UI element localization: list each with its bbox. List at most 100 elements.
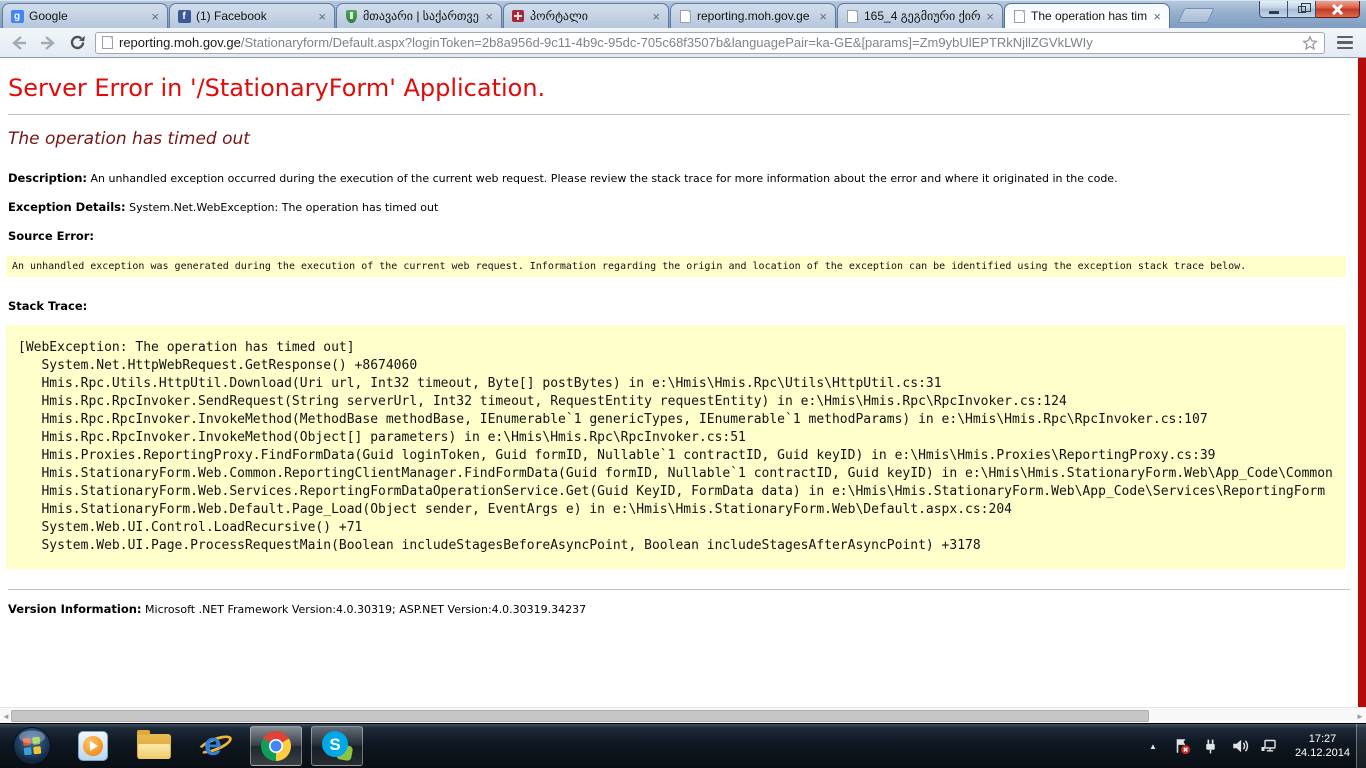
minimize-button[interactable] xyxy=(1259,1,1288,18)
url-host: reporting.moh.gov.ge xyxy=(119,35,241,50)
horizontal-scrollbar[interactable]: ◄ ► xyxy=(0,707,1366,723)
tab-title: The operation has tim xyxy=(1031,9,1147,23)
back-button[interactable] xyxy=(8,32,30,54)
exception-details-text: System.Net.WebException: The operation h… xyxy=(126,201,439,214)
tab-title: პორტალი xyxy=(530,9,646,23)
bookmark-star-icon[interactable] xyxy=(1302,35,1318,51)
restore-button[interactable] xyxy=(1288,1,1316,18)
source-error-label: Source Error: xyxy=(8,229,94,243)
media-player-icon xyxy=(78,731,108,761)
page-icon xyxy=(102,36,113,49)
taskbar-explorer[interactable] xyxy=(128,726,180,766)
error-page: Server Error in '/StationaryForm' Applic… xyxy=(0,58,1366,707)
taskbar-media-player[interactable] xyxy=(67,726,119,766)
description-text: An unhandled exception occurred during t… xyxy=(87,172,1118,185)
taskbar: e S ▲ xyxy=(0,723,1366,768)
window-controls xyxy=(1259,1,1360,18)
reload-icon xyxy=(69,34,86,51)
description-label: Description: xyxy=(8,171,87,185)
tab-mtavari[interactable]: მთავარი | საქართვე × xyxy=(336,3,502,28)
tab-title: მთავარი | საქართვე xyxy=(363,9,479,23)
folder-icon xyxy=(137,734,171,759)
tab-google[interactable]: g Google × xyxy=(2,3,168,28)
power-plug-icon[interactable] xyxy=(1202,737,1220,755)
close-button[interactable] xyxy=(1316,1,1360,18)
stack-line: Hmis.Rpc.RpcInvoker.SendRequest(String s… xyxy=(18,393,1338,411)
tab-165-4[interactable]: 165_4 გეგმიური ქირუ × xyxy=(837,3,1003,28)
forward-icon xyxy=(39,35,57,51)
action-center-flag-icon[interactable] xyxy=(1173,737,1191,755)
shield-favicon xyxy=(344,9,358,23)
tab-close-icon[interactable]: × xyxy=(317,10,327,23)
volume-icon[interactable] xyxy=(1231,737,1249,755)
divider xyxy=(8,114,1350,115)
tab-portali[interactable]: პორტალი × xyxy=(503,3,669,28)
stack-trace-label: Stack Trace: xyxy=(8,299,87,313)
clock-date: 24.12.2014 xyxy=(1295,746,1350,760)
tab-operation-timed-out-active[interactable]: The operation has tim × xyxy=(1004,3,1170,28)
scroll-right-arrow[interactable]: ► xyxy=(1354,708,1366,724)
source-error-box: An unhandled exception was generated dur… xyxy=(6,256,1346,277)
version-row: Version Information: Microsoft .NET Fram… xyxy=(8,602,1350,616)
new-tab-button[interactable] xyxy=(1178,8,1215,23)
tab-close-icon[interactable]: × xyxy=(985,10,995,23)
tab-close-icon[interactable]: × xyxy=(484,10,494,23)
tab-close-icon[interactable]: × xyxy=(150,10,160,23)
url-text: reporting.moh.gov.ge/Stationaryform/Defa… xyxy=(119,35,1296,50)
tab-reporting[interactable]: reporting.moh.gov.ge × xyxy=(670,3,836,28)
url-path: /Stationaryform/Default.aspx?loginToken=… xyxy=(241,35,1093,50)
stack-trace-row: Stack Trace: xyxy=(8,299,1350,313)
description-row: Description: An unhandled exception occu… xyxy=(8,171,1350,185)
stack-line: Hmis.Rpc.RpcInvoker.InvokeMethod(Object[… xyxy=(18,429,1338,447)
show-desktop-button[interactable] xyxy=(1356,724,1366,768)
network-icon[interactable] xyxy=(1260,737,1278,755)
skype-icon: S xyxy=(320,729,354,763)
tab-title: reporting.moh.gov.ge xyxy=(697,9,813,23)
stack-line: System.Web.UI.Page.ProcessRequestMain(Bo… xyxy=(18,537,1338,555)
emblem-favicon xyxy=(511,9,525,23)
close-icon xyxy=(1332,4,1343,15)
taskbar-internet-explorer[interactable]: e xyxy=(189,726,241,766)
scrollbar-thumb[interactable] xyxy=(11,710,1149,722)
taskbar-clock[interactable]: 17:27 24.12.2014 xyxy=(1295,732,1350,760)
windows-start-orb-icon xyxy=(12,726,52,766)
stack-line: Hmis.StationaryForm.Web.Common.Reporting… xyxy=(18,465,1338,483)
tab-title: 165_4 გეგმიური ქირუ xyxy=(864,9,980,23)
version-text: Microsoft .NET Framework Version:4.0.303… xyxy=(142,603,587,616)
browser-tab-strip: g Google × f (1) Facebook × მთავარი | სა… xyxy=(0,0,1366,28)
clock-time: 17:27 xyxy=(1295,732,1350,746)
start-button[interactable] xyxy=(6,726,58,766)
tab-close-icon[interactable]: × xyxy=(818,10,828,23)
minimize-icon xyxy=(1269,11,1279,14)
stack-line: [WebException: The operation has timed o… xyxy=(18,339,1338,357)
divider xyxy=(8,589,1350,590)
tab-close-icon[interactable]: × xyxy=(1152,10,1162,23)
tab-facebook[interactable]: f (1) Facebook × xyxy=(169,3,335,28)
stack-line: System.Net.HttpWebRequest.GetResponse() … xyxy=(18,357,1338,375)
reload-button[interactable] xyxy=(66,32,88,54)
svg-text:S: S xyxy=(329,735,340,754)
page-favicon xyxy=(1012,9,1026,23)
forward-button[interactable] xyxy=(37,32,59,54)
screen: g Google × f (1) Facebook × მთავარი | სა… xyxy=(0,0,1366,768)
error-page-subtitle: The operation has timed out xyxy=(8,129,1350,149)
stack-trace-box: [WebException: The operation has timed o… xyxy=(6,325,1346,569)
error-page-title: Server Error in '/StationaryForm' Applic… xyxy=(8,74,1350,102)
chrome-icon xyxy=(260,730,292,762)
stack-line: Hmis.StationaryForm.Web.Services.Reporti… xyxy=(18,483,1338,501)
internet-explorer-icon: e xyxy=(197,729,233,763)
stack-line: Hmis.Rpc.RpcInvoker.InvokeMethod(MethodB… xyxy=(18,411,1338,429)
exception-details-label: Exception Details: xyxy=(8,200,126,214)
browser-toolbar: reporting.moh.gov.ge/Stationaryform/Defa… xyxy=(0,28,1366,58)
address-bar[interactable]: reporting.moh.gov.ge/Stationaryform/Defa… xyxy=(95,32,1325,54)
facebook-favicon: f xyxy=(177,9,191,23)
taskbar-chrome-active[interactable] xyxy=(250,726,302,766)
stack-line: Hmis.Proxies.ReportingProxy.FindFormData… xyxy=(18,447,1338,465)
page-favicon xyxy=(845,9,859,23)
chrome-menu-button[interactable] xyxy=(1332,32,1358,54)
page-favicon xyxy=(678,9,692,23)
version-label: Version Information: xyxy=(8,602,142,616)
taskbar-skype[interactable]: S xyxy=(311,726,363,766)
tab-close-icon[interactable]: × xyxy=(651,10,661,23)
show-hidden-icons-button[interactable]: ▲ xyxy=(1144,737,1162,755)
